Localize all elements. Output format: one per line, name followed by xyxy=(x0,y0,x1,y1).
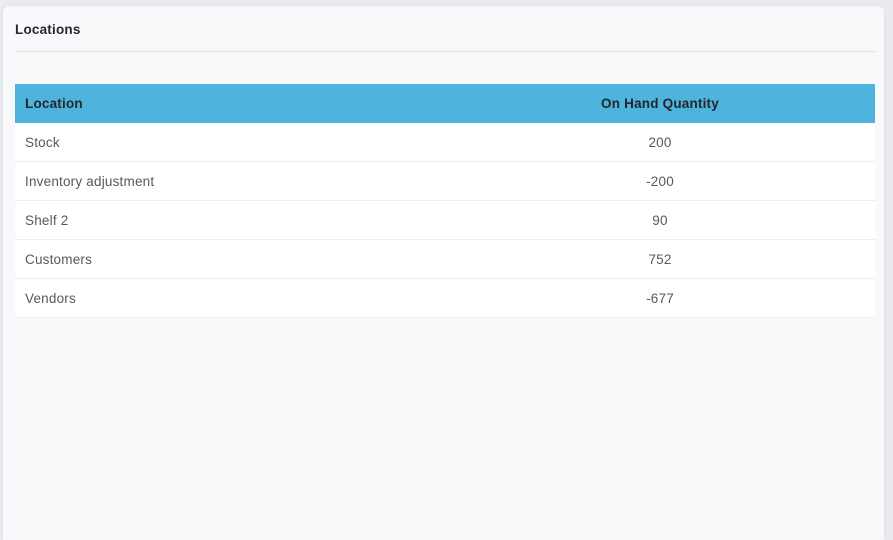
table-row: Inventory adjustment -200 xyxy=(15,162,875,201)
table-row: Vendors -677 xyxy=(15,279,875,318)
table-row: Customers 752 xyxy=(15,240,875,279)
table-row: Stock 200 xyxy=(15,123,875,162)
location-cell: Inventory adjustment xyxy=(25,173,155,189)
on-hand-quantity-cell: 90 xyxy=(652,212,668,228)
location-cell: Vendors xyxy=(25,290,76,306)
on-hand-quantity-cell: -677 xyxy=(646,290,674,306)
on-hand-quantity-cell: -200 xyxy=(646,173,674,189)
panel-title: Locations xyxy=(15,22,81,37)
location-cell: Stock xyxy=(25,134,60,150)
column-header-location: Location xyxy=(25,96,83,111)
page-background: Locations Location On Hand Quantity Stoc… xyxy=(0,0,893,540)
on-hand-quantity-cell: 752 xyxy=(648,251,672,267)
location-cell: Customers xyxy=(25,251,93,267)
table-row: Shelf 2 90 xyxy=(15,201,875,240)
locations-panel: Locations Location On Hand Quantity Stoc… xyxy=(3,6,884,540)
table-header-row: Location On Hand Quantity xyxy=(15,84,875,123)
title-divider xyxy=(15,51,875,52)
location-cell: Shelf 2 xyxy=(25,212,69,228)
on-hand-quantity-cell: 200 xyxy=(648,134,672,150)
column-header-on-hand-quantity: On Hand Quantity xyxy=(601,96,719,111)
locations-table: Location On Hand Quantity Stock 200 Inve… xyxy=(15,84,875,318)
